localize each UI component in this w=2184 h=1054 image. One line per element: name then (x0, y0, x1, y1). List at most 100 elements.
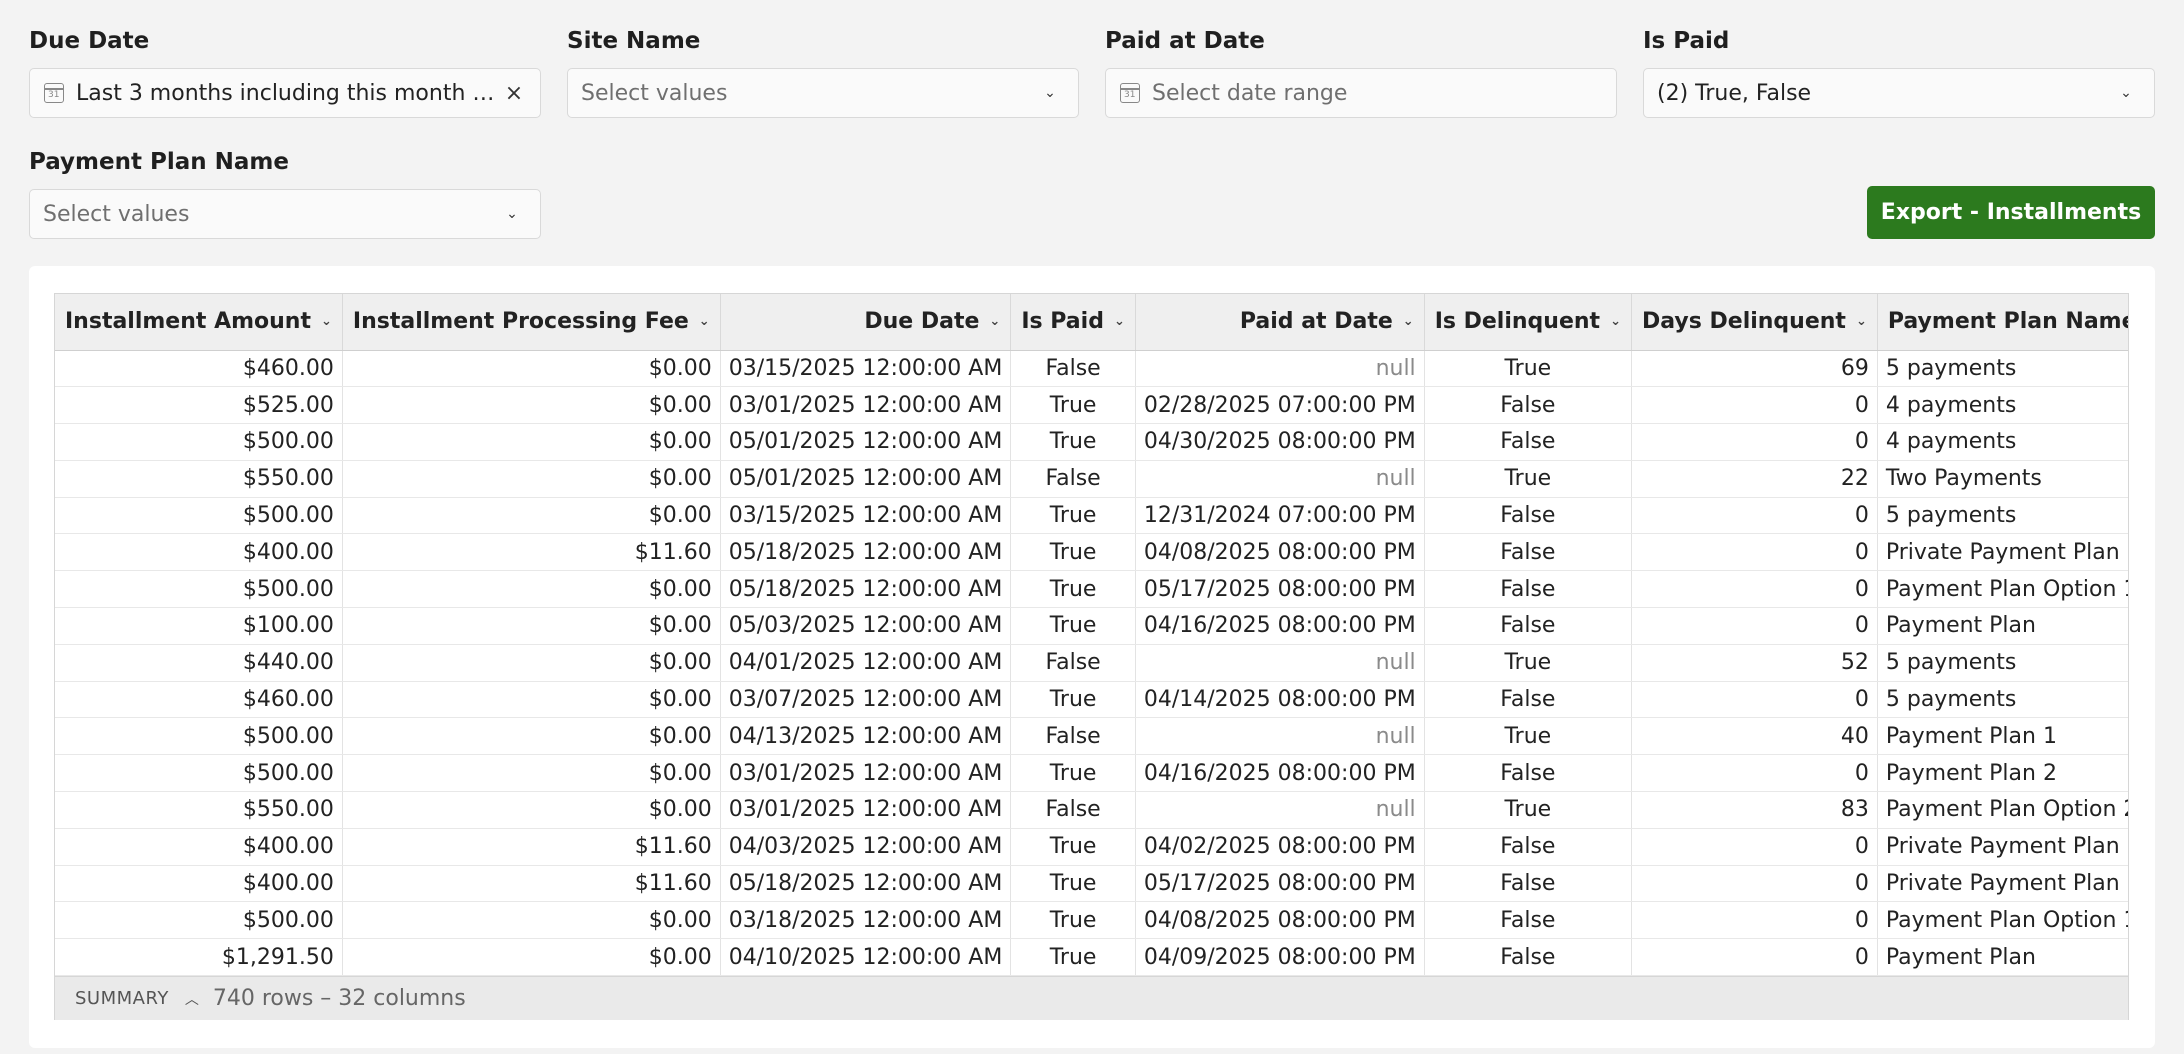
table-cell: True (1010, 497, 1136, 535)
column-header[interactable]: Paid at Date ⌄ (1135, 294, 1425, 351)
export-installments-button[interactable]: Export - Installments (1867, 186, 2155, 239)
table-row[interactable]: $460.00 $0.00 03/15/2025 12:00:00 AM False n… (55, 350, 2128, 388)
table-cell: $460.00 (55, 350, 343, 388)
table-cell: 0 (1631, 828, 1878, 866)
table-cell: False (1424, 607, 1632, 645)
table-cell: Private Payment Plan (1877, 828, 2128, 866)
table-cell: $0.00 (342, 938, 721, 977)
table-row[interactable]: $400.00 $11.60 05/18/2025 12:00:00 AM True 0… (55, 865, 2128, 903)
paid-at-date-filter[interactable]: 31 Select date range (1105, 68, 1617, 118)
site-name-placeholder: Select values (581, 80, 728, 106)
table-cell: $11.60 (342, 533, 721, 572)
table-cell: True (1424, 791, 1632, 829)
table-cell: $100.00 (55, 607, 343, 645)
table-cell: False (1424, 570, 1632, 609)
table-cell: $0.00 (342, 681, 721, 719)
table-cell: True (1010, 938, 1136, 977)
table-row[interactable]: $500.00 $0.00 03/15/2025 12:00:00 AM True 12… (55, 497, 2128, 535)
column-header[interactable]: Payment Plan Name⌄ (1877, 294, 2128, 351)
chevron-down-icon[interactable]: ⌄ (989, 314, 1000, 329)
table-cell: $400.00 (55, 828, 343, 866)
table-cell: False (1424, 423, 1632, 461)
table-cell: False (1424, 533, 1632, 572)
column-header[interactable]: Installment Amount ⌄ (55, 294, 343, 351)
table-cell: $525.00 (55, 386, 343, 425)
table-cell: True (1424, 644, 1632, 682)
table-cell: 04/08/2025 08:00:00 PM (1135, 901, 1425, 940)
table-row[interactable]: $1,291.50 $0.00 04/10/2025 12:00:00 AM True… (55, 938, 2128, 977)
table-cell: False (1010, 350, 1136, 388)
table-row[interactable]: $500.00 $0.00 03/18/2025 12:00:00 AM True 04… (55, 901, 2128, 940)
due-date-filter-value: Last 3 months including this month (0... (76, 80, 502, 106)
table-cell: $0.00 (342, 570, 721, 609)
table-row[interactable]: $400.00 $11.60 05/18/2025 12:00:00 AM True 0… (55, 533, 2128, 572)
table-cell: 03/01/2025 12:00:00 AM (720, 386, 1012, 425)
column-header[interactable]: Days Delinquent ⌄ (1631, 294, 1878, 351)
table-row[interactable]: $440.00 $0.00 04/01/2025 12:00:00 AM False n… (55, 644, 2128, 682)
table-cell: Payment Plan 1 (1877, 717, 2128, 756)
payment-plan-name-filter[interactable]: Select values ⌄ (29, 189, 541, 239)
table-cell: 03/18/2025 12:00:00 AM (720, 901, 1012, 940)
table-cell: True (1010, 570, 1136, 609)
table-cell: 5 payments (1877, 681, 2128, 719)
table-cell: 04/08/2025 08:00:00 PM (1135, 533, 1425, 572)
column-header[interactable]: Is Paid ⌄ (1010, 294, 1136, 351)
table-cell: True (1010, 386, 1136, 425)
chevron-down-icon[interactable]: ⌄ (699, 314, 710, 329)
table-cell: Payment Plan (1877, 938, 2128, 977)
table-cell: True (1424, 350, 1632, 388)
table-cell: 05/18/2025 12:00:00 AM (720, 570, 1012, 609)
table-cell: 69 (1631, 350, 1878, 388)
table-row[interactable]: $500.00 $0.00 05/01/2025 12:00:00 AM True 04… (55, 423, 2128, 461)
table-cell: 4 payments (1877, 386, 2128, 425)
due-date-filter[interactable]: 31 Last 3 months including this month (0… (29, 68, 541, 118)
chevron-down-icon[interactable]: ⌄ (1114, 314, 1125, 329)
table-cell: $500.00 (55, 497, 343, 535)
table-row[interactable]: $400.00 $11.60 04/03/2025 12:00:00 AM True 0… (55, 828, 2128, 866)
table-cell: null (1135, 460, 1425, 498)
table-cell: $0.00 (342, 607, 721, 645)
table-cell: 0 (1631, 681, 1878, 719)
column-header[interactable]: Due Date ⌄ (720, 294, 1012, 351)
table-cell: 05/01/2025 12:00:00 AM (720, 423, 1012, 461)
table-cell: $400.00 (55, 865, 343, 903)
chevron-down-icon[interactable]: ⌄ (1856, 314, 1867, 329)
table-row[interactable]: $460.00 $0.00 03/07/2025 12:00:00 AM True 04… (55, 681, 2128, 719)
table-row[interactable]: $550.00 $0.00 03/01/2025 12:00:00 AM False n… (55, 791, 2128, 829)
table-cell: 0 (1631, 901, 1878, 940)
table-cell: False (1424, 828, 1632, 866)
table-cell: False (1010, 460, 1136, 498)
chevron-down-icon[interactable]: ⌄ (1610, 314, 1621, 329)
chevron-up-icon[interactable]: ︿ (185, 989, 199, 1009)
table-cell: 0 (1631, 497, 1878, 535)
table-cell: $460.00 (55, 681, 343, 719)
is-paid-filter[interactable]: (2) True, False ⌄ (1643, 68, 2155, 118)
chevron-down-icon[interactable]: ⌄ (321, 314, 332, 329)
table-row[interactable]: $525.00 $0.00 03/01/2025 12:00:00 AM True 02… (55, 386, 2128, 425)
summary-toggle[interactable]: SUMMARY (75, 988, 169, 1009)
table-row[interactable]: $500.00 $0.00 03/01/2025 12:00:00 AM True 04… (55, 754, 2128, 793)
table-cell: $11.60 (342, 865, 721, 903)
table-cell: $500.00 (55, 754, 343, 793)
table-cell: $0.00 (342, 791, 721, 829)
column-header[interactable]: Is Delinquent ⌄ (1424, 294, 1632, 351)
table-cell: False (1424, 386, 1632, 425)
table-row[interactable]: $500.00 $0.00 05/18/2025 12:00:00 AM True 05… (55, 570, 2128, 609)
table-cell: False (1424, 938, 1632, 977)
chevron-down-icon[interactable]: ⌄ (1403, 314, 1414, 329)
chevron-down-icon: ⌄ (2120, 85, 2132, 101)
table-row[interactable]: $550.00 $0.00 05/01/2025 12:00:00 AM False n… (55, 460, 2128, 498)
site-name-filter[interactable]: Select values ⌄ (567, 68, 1079, 118)
table-row[interactable]: $100.00 $0.00 05/03/2025 12:00:00 AM True 04… (55, 607, 2128, 645)
table-cell: 03/01/2025 12:00:00 AM (720, 754, 1012, 793)
column-header[interactable]: Installment Processing Fee ⌄ (342, 294, 721, 351)
table-row[interactable]: $500.00 $0.00 04/13/2025 12:00:00 AM False n… (55, 717, 2128, 756)
table-cell: False (1424, 754, 1632, 793)
table-header-row: Installment Amount ⌄ Installment Processi… (55, 294, 2128, 351)
is-paid-filter-value: (2) True, False (1657, 80, 1812, 106)
due-date-filter-label: Due Date (29, 28, 150, 54)
table-cell: 04/16/2025 08:00:00 PM (1135, 754, 1425, 793)
table-cell: True (1424, 460, 1632, 498)
table-cell: Payment Plan Option 1 (1877, 570, 2128, 609)
close-icon[interactable]: × (502, 81, 526, 106)
